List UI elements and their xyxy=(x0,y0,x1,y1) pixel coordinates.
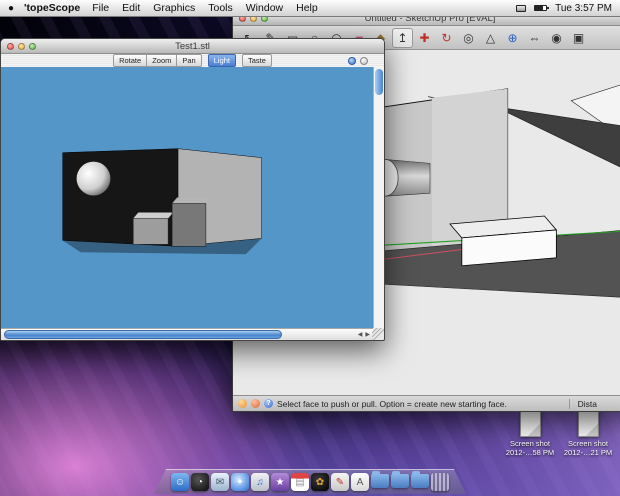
zoom-extents-tool-icon[interactable]: ▣ xyxy=(568,28,589,48)
offset-tool-icon[interactable]: ◎ xyxy=(458,28,479,48)
settings-button[interactable] xyxy=(360,57,368,65)
stl-toolbar: Rotate Zoom Pan Light Taste xyxy=(1,54,384,68)
stl-small-box1-front xyxy=(133,218,168,244)
vertical-scroll-thumb[interactable] xyxy=(375,69,383,95)
menu-window[interactable]: Window xyxy=(246,2,283,14)
light-button[interactable]: Light xyxy=(208,54,236,67)
stl-window-title: Test1.stl xyxy=(1,41,384,52)
stl-model-canvas xyxy=(1,67,373,328)
zoom-button[interactable] xyxy=(29,43,36,50)
battery-icon[interactable] xyxy=(534,5,547,11)
dock-sketchup-icon[interactable]: ✎ xyxy=(331,473,349,491)
dock-dashboard-icon[interactable]: ◔ xyxy=(191,473,209,491)
menu-bar-clock[interactable]: Tue 3:57 PM xyxy=(555,3,612,14)
dock-trash-icon[interactable] xyxy=(431,473,449,491)
stl-viewport[interactable] xyxy=(1,67,373,328)
minimize-button[interactable] xyxy=(18,43,25,50)
horizontal-scroll-thumb[interactable] xyxy=(4,330,282,339)
window-controls xyxy=(1,43,36,50)
view-mode-segment: Rotate Zoom Pan xyxy=(113,54,202,67)
rotate-tool-icon[interactable]: ↻ xyxy=(436,28,457,48)
dock-itunes-icon[interactable]: ♫ xyxy=(251,473,269,491)
file-label-line2: 2012-…58 PM xyxy=(502,448,558,457)
app-menu-name[interactable]: 'topeScope xyxy=(24,2,80,14)
status-geolocate-icon[interactable] xyxy=(251,399,260,408)
menu-bar-status-area: Tue 3:57 PM xyxy=(516,3,612,14)
desktop-file-screenshot-1[interactable]: Screen shot 2012-…58 PM xyxy=(502,411,558,457)
menu-help[interactable]: Help xyxy=(296,2,318,14)
zoom-button[interactable]: Zoom xyxy=(147,54,177,67)
scroll-left-arrow-icon[interactable]: ◀ xyxy=(358,331,363,338)
vertical-scrollbar[interactable] xyxy=(373,67,384,328)
info-button[interactable] xyxy=(348,57,356,65)
status-message: Select face to push or pull. Option = cr… xyxy=(277,399,507,409)
desktop-file-screenshot-2[interactable]: Screen shot 2012-…21 PM xyxy=(560,411,616,457)
move-tool-icon[interactable]: ✚ xyxy=(414,28,435,48)
file-icon xyxy=(520,411,541,437)
dock-documents-folder-icon[interactable] xyxy=(391,474,409,488)
file-label-line1: Screen shot xyxy=(560,439,616,448)
stl-cylinder-cap xyxy=(77,162,111,196)
scroll-right-arrow-icon[interactable]: ▶ xyxy=(365,331,370,338)
dock-applications-folder-icon[interactable] xyxy=(411,474,429,488)
help-icon[interactable]: ? xyxy=(264,399,273,408)
menu-graphics[interactable]: Graphics xyxy=(153,2,195,14)
rotate-button[interactable]: Rotate xyxy=(113,54,147,67)
menu-tools[interactable]: Tools xyxy=(208,2,233,14)
zoom-tool-icon[interactable]: ◉ xyxy=(546,28,567,48)
pan-button[interactable]: Pan xyxy=(177,54,201,67)
taste-button[interactable]: Taste xyxy=(242,54,272,67)
stl-titlebar[interactable]: Test1.stl xyxy=(1,39,384,54)
toolbar-round-buttons xyxy=(348,57,368,65)
dock-finder-icon[interactable]: ☺ xyxy=(171,473,189,491)
pan-tool-icon[interactable]: ⇔ xyxy=(524,28,545,48)
menu-items: File Edit Graphics Tools Window Help xyxy=(92,2,318,14)
dock-mail-icon[interactable]: ✉ xyxy=(211,473,229,491)
push-pull-tool-icon[interactable]: ↥ xyxy=(392,28,413,48)
scale-tool-icon[interactable]: △ xyxy=(480,28,501,48)
stl-small-box1-top xyxy=(133,212,173,218)
dock-iphoto-icon[interactable]: ✿ xyxy=(311,473,329,491)
file-icon xyxy=(578,411,599,437)
dock-safari-icon[interactable]: ✦ xyxy=(231,473,249,491)
dock-app-store-icon[interactable]: ★ xyxy=(271,473,289,491)
stl-viewer-window: Test1.stl Rotate Zoom Pan Light Taste xyxy=(0,38,385,341)
apple-menu-icon[interactable]: ● xyxy=(8,3,14,14)
file-label-line1: Screen shot xyxy=(502,439,558,448)
menu-edit[interactable]: Edit xyxy=(122,2,140,14)
horizontal-scrollbar[interactable]: ◀ ▶ xyxy=(1,328,373,340)
dock-calendar-icon[interactable]: ▤ xyxy=(291,473,309,491)
sketchup-status-bar: ? Select face to push or pull. Option = … xyxy=(233,395,620,411)
stl-small-box2-top xyxy=(172,198,211,204)
menu-bar: ● 'topeScope File Edit Graphics Tools Wi… xyxy=(0,0,620,17)
file-label-line2: 2012-…21 PM xyxy=(560,448,616,457)
stl-small-box2-front xyxy=(172,203,206,246)
desktop: ● 'topeScope File Edit Graphics Tools Wi… xyxy=(0,0,620,496)
display-icon[interactable] xyxy=(516,5,526,12)
resize-grip[interactable] xyxy=(372,328,384,340)
menu-file[interactable]: File xyxy=(92,2,109,14)
close-button[interactable] xyxy=(7,43,14,50)
orbit-tool-icon[interactable]: ⊕ xyxy=(502,28,523,48)
status-credit-icon[interactable] xyxy=(238,399,247,408)
dock: ☺ ◔ ✉ ✦ ♫ ★ ▤ ✿ ✎ A xyxy=(154,469,466,494)
dock-downloads-folder-icon[interactable] xyxy=(371,474,389,488)
dock-textedit-icon[interactable]: A xyxy=(351,473,369,491)
measurement-label: Dista xyxy=(569,399,597,409)
scroll-arrows: ◀ ▶ xyxy=(358,329,370,340)
